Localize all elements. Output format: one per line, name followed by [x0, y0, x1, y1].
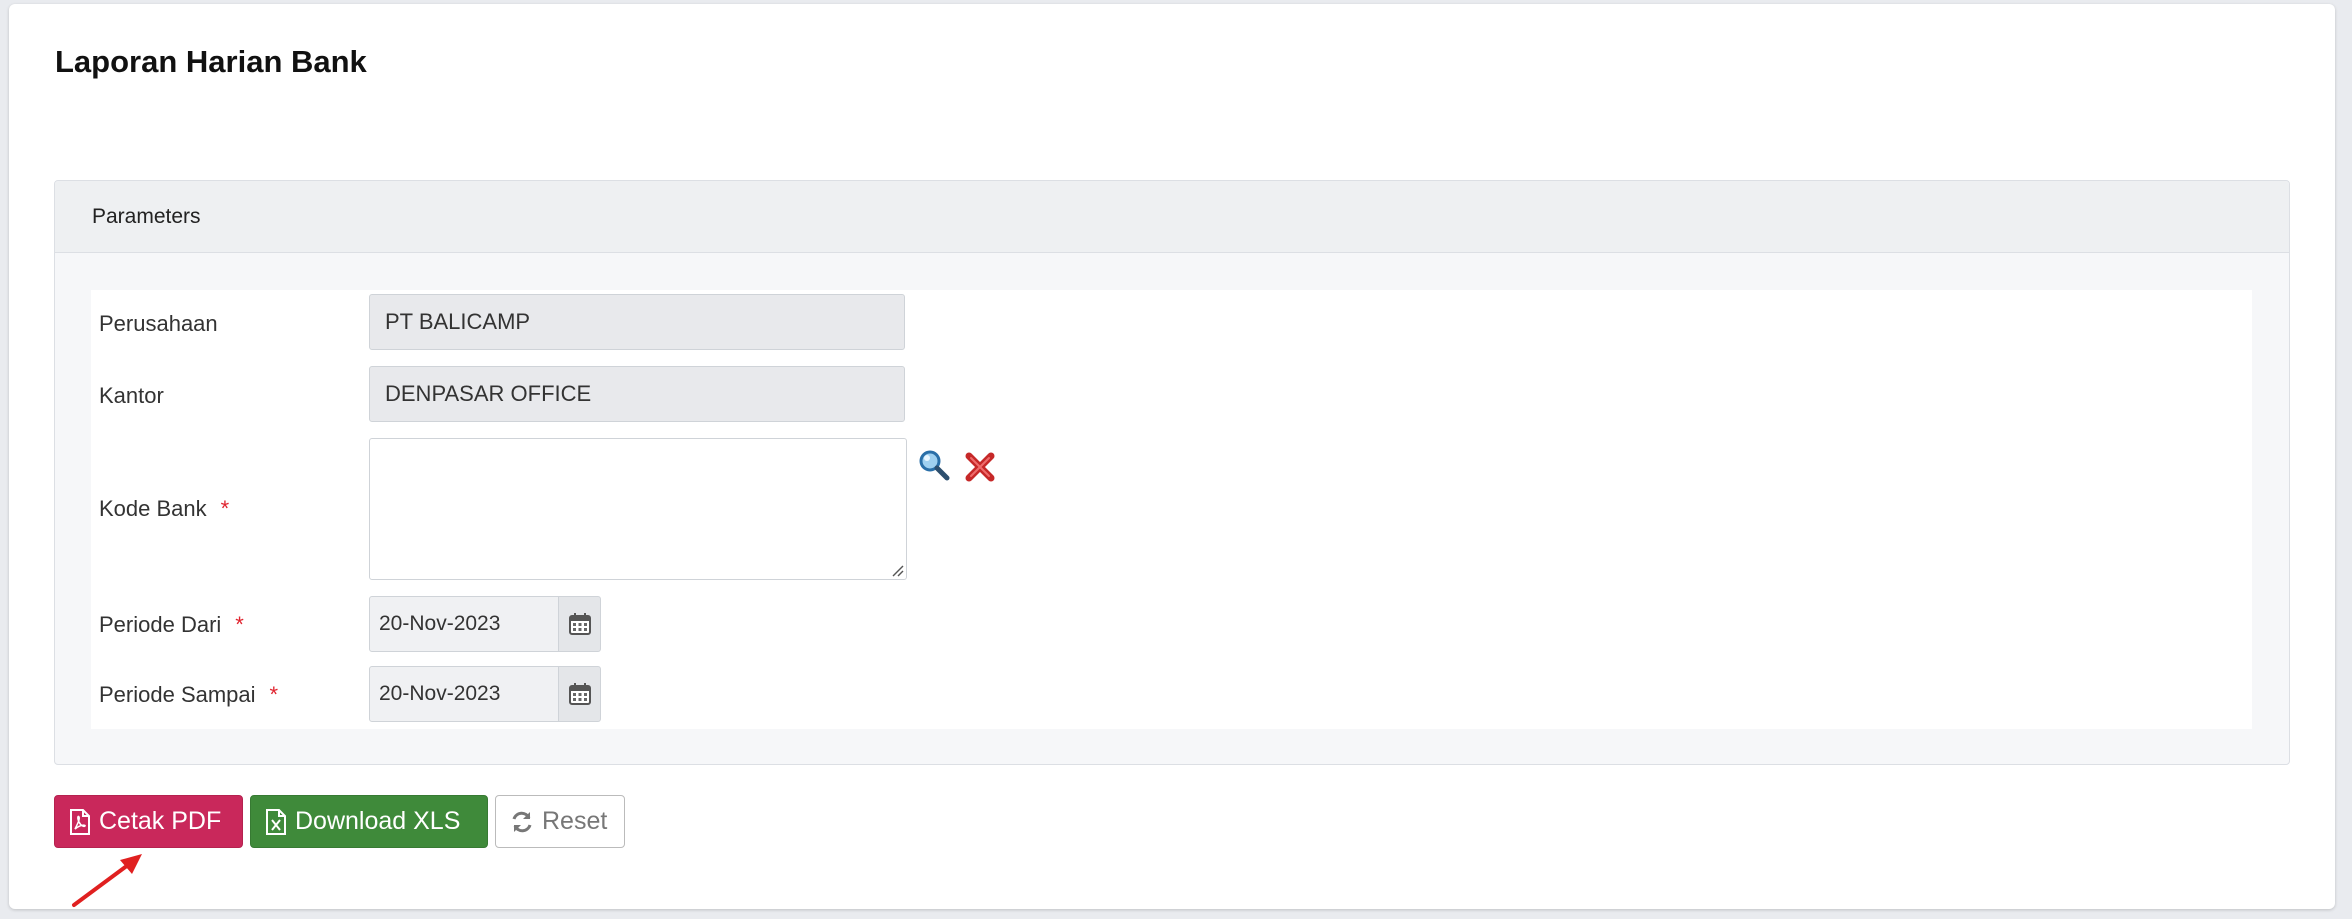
- periode-dari-calendar-button[interactable]: [558, 596, 601, 652]
- kode-bank-row: Kode Bank *: [91, 438, 2252, 580]
- periode-dari-row: Periode Dari * 20-Nov-2023: [91, 596, 2252, 652]
- kantor-row: Kantor DENPASAR OFFICE: [91, 366, 2252, 424]
- refresh-icon: [512, 811, 532, 832]
- periode-sampai-calendar-button[interactable]: [558, 666, 601, 722]
- periode-dari-input[interactable]: 20-Nov-2023: [369, 596, 559, 652]
- periode-sampai-label: Periode Sampai *: [99, 682, 279, 707]
- parameters-panel: Parameters Perusahaan PT BALICAMP Kantor…: [54, 180, 2290, 765]
- kantor-field[interactable]: DENPASAR OFFICE: [369, 366, 905, 422]
- reset-label: Reset: [542, 807, 608, 835]
- periode-sampai-input[interactable]: 20-Nov-2023: [369, 666, 559, 722]
- resize-grip-icon[interactable]: [890, 563, 904, 577]
- perusahaan-field[interactable]: PT BALICAMP: [369, 294, 905, 350]
- kode-bank-label: Kode Bank *: [99, 496, 230, 521]
- required-mark: *: [235, 612, 244, 637]
- panel-header: Parameters: [55, 181, 2289, 253]
- file-excel-icon: [266, 808, 286, 835]
- perusahaan-label: Perusahaan: [99, 311, 218, 336]
- annotation-arrow: [72, 854, 142, 907]
- required-mark: *: [269, 682, 279, 707]
- perusahaan-row: Perusahaan PT BALICAMP: [91, 294, 2252, 352]
- required-mark: *: [220, 496, 230, 521]
- file-pdf-icon: [70, 808, 90, 835]
- page-title: Laporan Harian Bank: [55, 44, 367, 79]
- download-xls-button[interactable]: Download XLS: [250, 795, 488, 848]
- periode-sampai-row: Periode Sampai * 20-Nov-2023: [91, 666, 2252, 722]
- cetak-pdf-button[interactable]: Cetak PDF: [54, 795, 243, 848]
- calendar-icon: [568, 613, 591, 635]
- search-icon[interactable]: [917, 448, 951, 482]
- close-icon[interactable]: [963, 450, 997, 484]
- kode-bank-textarea[interactable]: [369, 438, 907, 580]
- calendar-icon: [568, 683, 591, 705]
- reset-button[interactable]: Reset: [495, 795, 625, 848]
- kantor-label: Kantor: [99, 383, 164, 408]
- form-body: Perusahaan PT BALICAMP Kantor DENPASAR O…: [91, 290, 2252, 729]
- periode-dari-label: Periode Dari *: [99, 612, 244, 637]
- download-xls-label: Download XLS: [295, 807, 461, 835]
- cetak-pdf-label: Cetak PDF: [99, 807, 222, 835]
